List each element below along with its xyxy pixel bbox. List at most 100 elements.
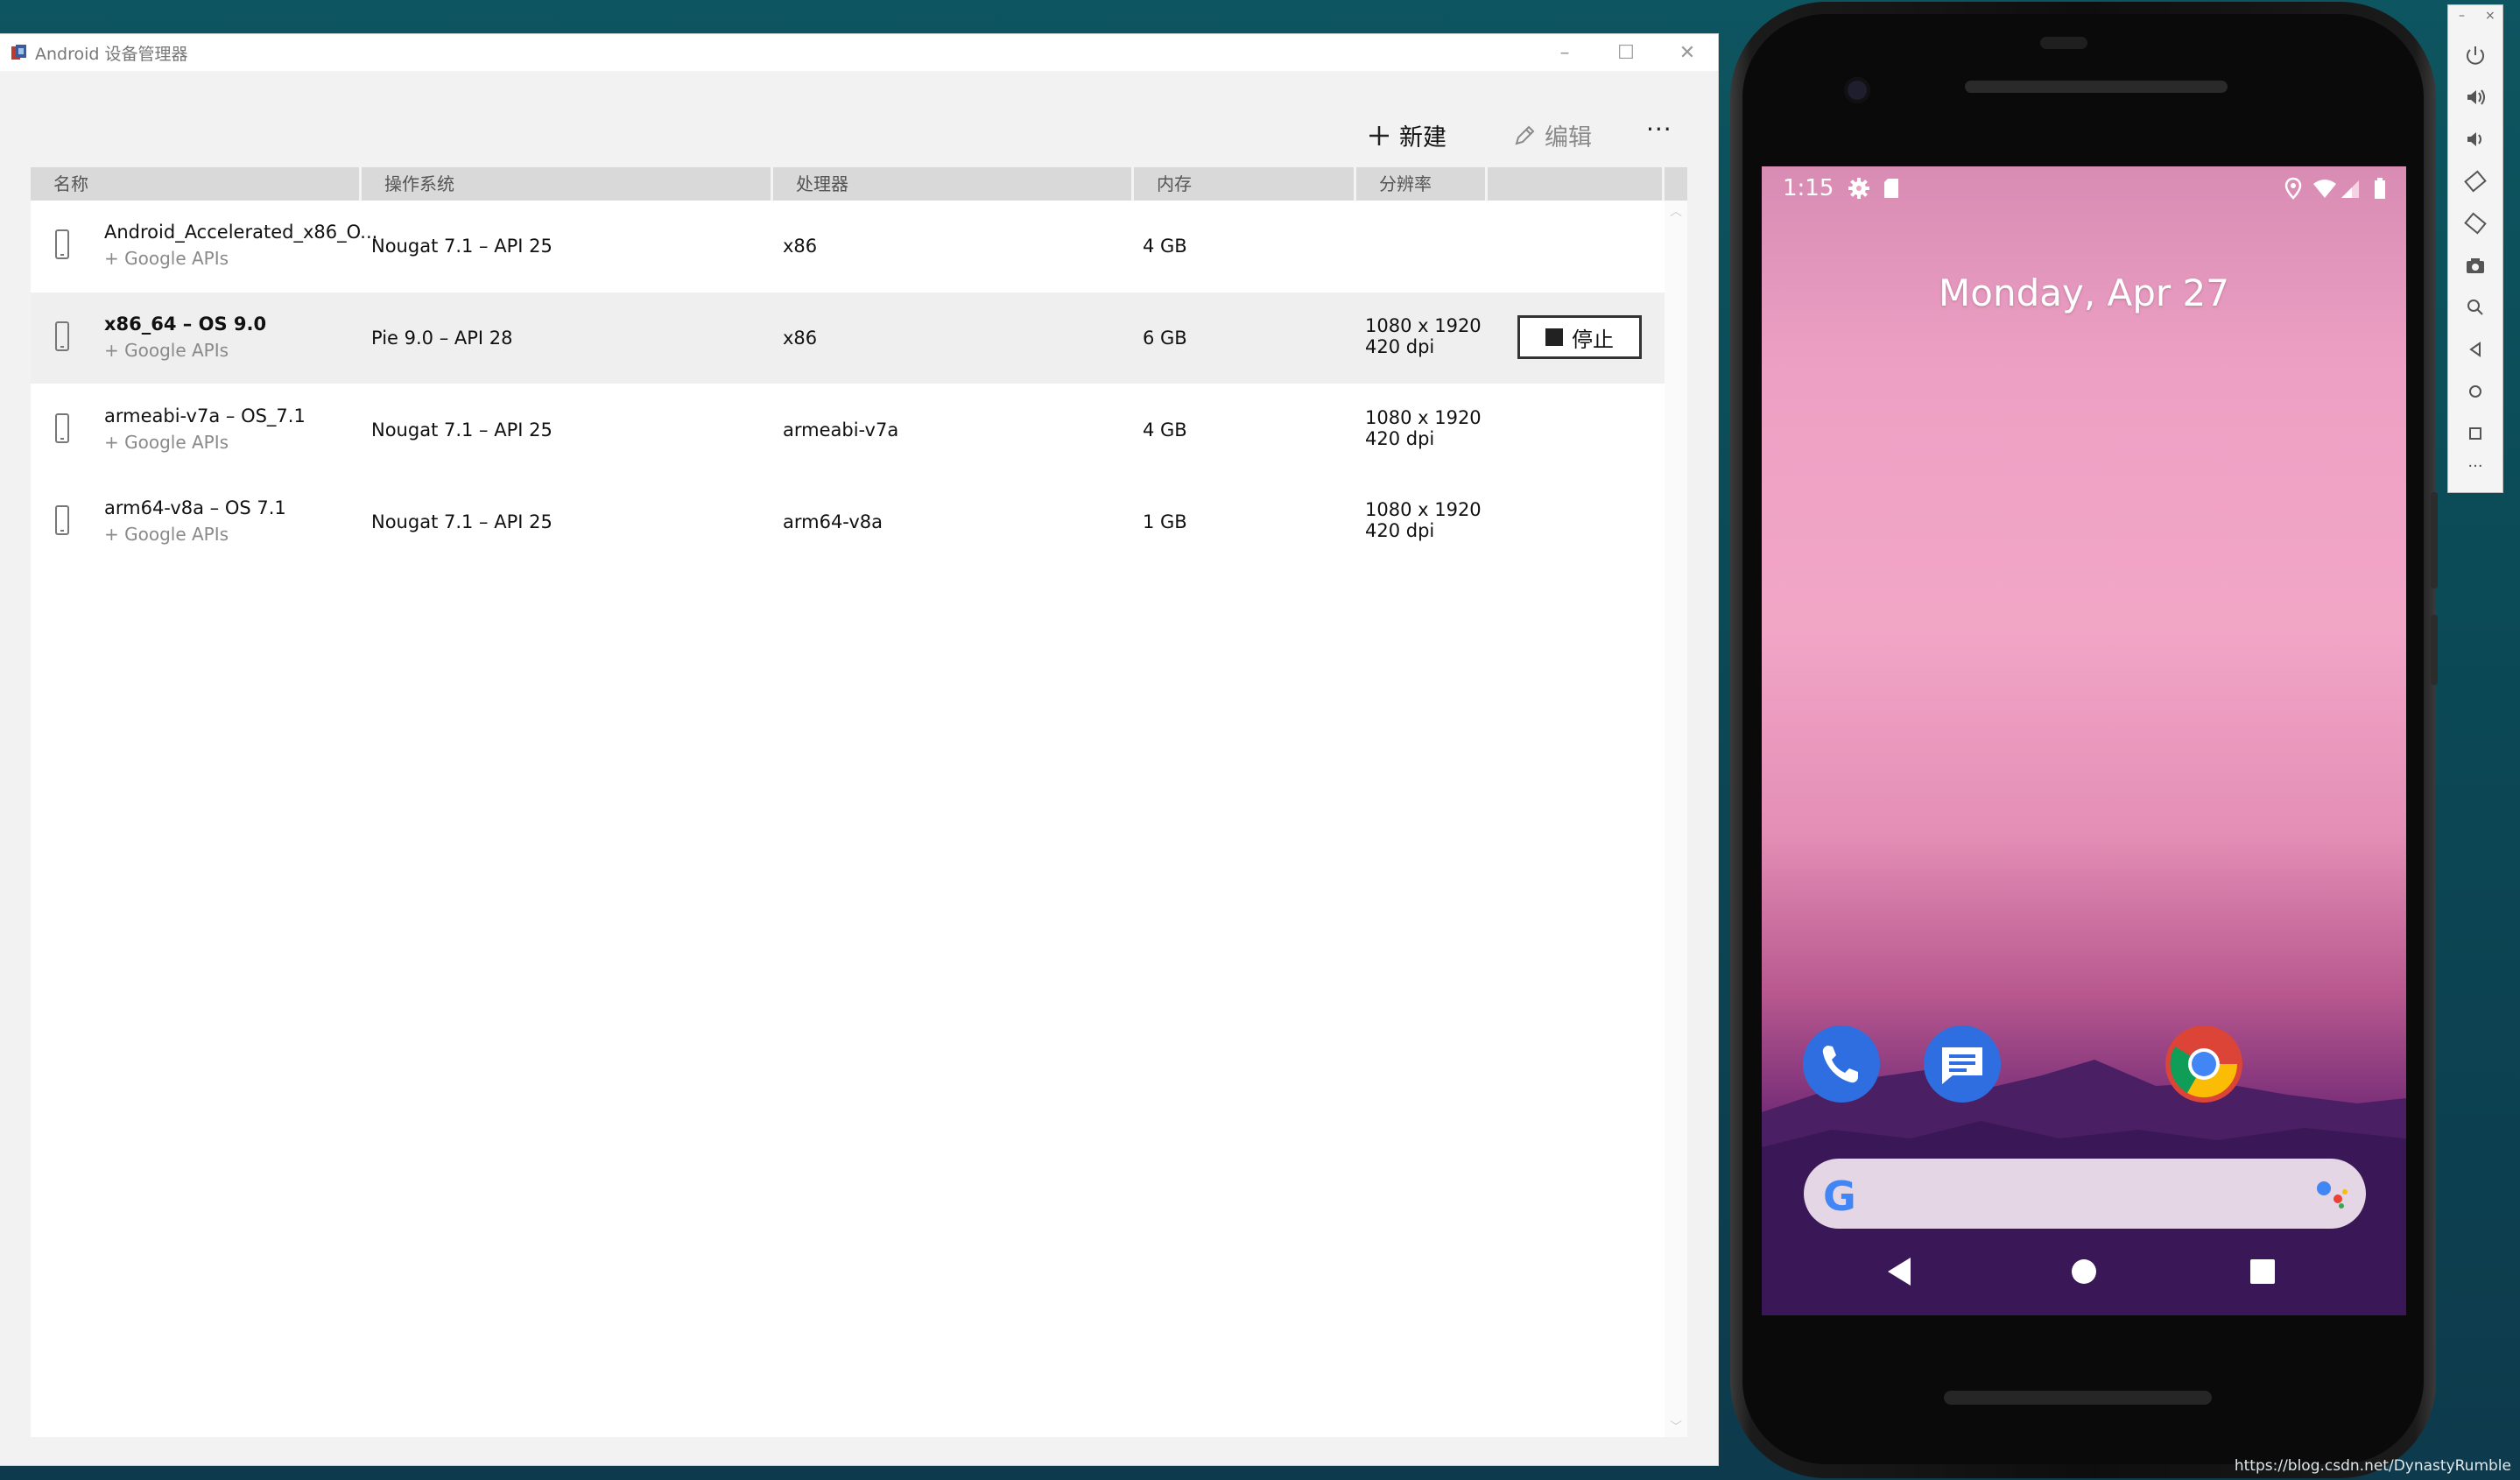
device-dpi: 420 dpi: [1365, 336, 1435, 357]
device-manager-window: Android 设备管理器 – ☐ ✕ 新建 编辑 ··· 名称 操作系统 处理…: [0, 34, 1718, 1465]
device-memory: 4 GB: [1143, 236, 1187, 257]
volume-button: [2431, 492, 2438, 588]
column-header-resolution[interactable]: 分辨率: [1356, 167, 1488, 201]
device-apis: + Google APIs: [104, 524, 229, 545]
signal-icon: [2341, 180, 2359, 198]
toolbar: 新建 编辑 ···: [0, 71, 1718, 171]
column-header-name[interactable]: 名称: [31, 167, 362, 201]
google-search-bar[interactable]: G: [1804, 1159, 2366, 1229]
device-processor: x86: [783, 328, 818, 349]
device-table: 名称 操作系统 处理器 内存 分辨率 Android_Accelerated_x…: [31, 167, 1687, 1437]
edit-button-label: 编辑: [1545, 124, 1592, 152]
window-title: Android 设备管理器: [35, 45, 188, 64]
device-os: Nougat 7.1 – API 25: [371, 236, 553, 257]
device-memory: 6 GB: [1143, 328, 1187, 349]
emulator-close-button[interactable]: ×: [2485, 9, 2495, 23]
phone-device-icon: [55, 505, 69, 535]
recents-nav-icon[interactable]: [2250, 1259, 2275, 1284]
maximize-button[interactable]: ☐: [1595, 34, 1657, 71]
stop-button-label: 停止: [1572, 327, 1614, 352]
more-icon[interactable]: ···: [2448, 457, 2502, 476]
more-options-button[interactable]: ···: [1646, 115, 1672, 144]
home-icon[interactable]: [2448, 380, 2502, 403]
device-name: x86_64 – OS 9.0: [104, 314, 267, 335]
battery-icon: [2375, 178, 2385, 199]
minimize-button[interactable]: –: [1534, 34, 1595, 71]
google-assistant-icon[interactable]: [2315, 1180, 2350, 1209]
emulator-minimize-button[interactable]: –: [2459, 9, 2465, 23]
app-icon: [11, 45, 26, 60]
new-button[interactable]: 新建: [1368, 118, 1447, 152]
status-time: 1:15: [1783, 175, 1834, 201]
column-header-actions: [1488, 167, 1665, 201]
table-row[interactable]: x86_64 – OS 9.0 + Google APIs Pie 9.0 – …: [31, 292, 1665, 384]
wifi-icon: [2313, 180, 2336, 198]
device-memory: 4 GB: [1143, 419, 1187, 440]
device-processor: armeabi-v7a: [783, 419, 899, 440]
device-os: Nougat 7.1 – API 25: [371, 419, 553, 440]
column-header-os[interactable]: 操作系统: [362, 167, 773, 201]
device-name: armeabi-v7a – OS_7.1: [104, 405, 306, 426]
device-processor: x86: [783, 236, 818, 257]
device-resolution: 1080 x 1920: [1365, 499, 1482, 520]
phone-app-icon[interactable]: [1802, 1025, 1881, 1103]
back-icon[interactable]: [2448, 338, 2502, 361]
table-row[interactable]: Android_Accelerated_x86_O... + Google AP…: [31, 201, 1665, 292]
pencil-icon: [1515, 125, 1535, 144]
back-nav-icon[interactable]: [1888, 1258, 1911, 1286]
location-icon: [2284, 177, 2302, 200]
phone-device-icon: [55, 229, 69, 259]
table-row[interactable]: armeabi-v7a – OS_7.1 + Google APIs Nouga…: [31, 384, 1665, 476]
chrome-app-icon[interactable]: [2165, 1025, 2243, 1103]
device-dpi: 420 dpi: [1365, 520, 1435, 541]
settings-gear-icon: [1848, 178, 1869, 199]
device-memory: 1 GB: [1143, 511, 1187, 532]
earpiece: [2040, 37, 2087, 49]
device-resolution: 1080 x 1920: [1365, 315, 1482, 336]
power-icon[interactable]: [2448, 44, 2502, 67]
device-processor: arm64-v8a: [783, 511, 883, 532]
zoom-icon[interactable]: [2448, 296, 2502, 319]
front-camera-icon: [1844, 77, 1870, 103]
scroll-up-icon[interactable]: ︿: [1670, 202, 1682, 220]
rotate-left-icon[interactable]: [2448, 170, 2502, 193]
plus-icon: [1369, 125, 1389, 145]
table-header: 名称 操作系统 处理器 内存 分辨率: [31, 167, 1687, 201]
messages-app-icon[interactable]: [1923, 1025, 2002, 1103]
close-button[interactable]: ✕: [1657, 34, 1718, 71]
column-header-processor[interactable]: 处理器: [773, 167, 1134, 201]
device-dpi: 420 dpi: [1365, 428, 1435, 449]
phone-device-icon: [55, 413, 69, 443]
volume-down-icon[interactable]: [2448, 128, 2502, 151]
device-apis: + Google APIs: [104, 340, 229, 361]
bottom-speaker: [1944, 1391, 2212, 1405]
device-resolution: 1080 x 1920: [1365, 407, 1482, 428]
watermark-text: https://blog.csdn.net/DynastyRumble: [2234, 1457, 2511, 1475]
power-button: [2431, 615, 2438, 685]
status-bar: 1:15: [1762, 166, 2406, 210]
emulator-screen[interactable]: 1:15 Monday, Apr 27 G: [1762, 166, 2406, 1315]
emulator-toolbar: – × ···: [2448, 5, 2502, 492]
top-speaker: [1965, 81, 2228, 93]
stop-icon: [1545, 328, 1563, 346]
camera-screenshot-icon[interactable]: [2448, 254, 2502, 277]
table-row[interactable]: arm64-v8a – OS 7.1 + Google APIs Nougat …: [31, 476, 1665, 567]
title-bar[interactable]: Android 设备管理器 – ☐ ✕: [0, 34, 1718, 71]
device-apis: + Google APIs: [104, 248, 229, 269]
sd-card-icon: [1884, 179, 1898, 198]
overview-icon[interactable]: [2448, 422, 2502, 445]
scroll-down-icon[interactable]: ﹀: [1670, 1418, 1682, 1435]
vertical-scrollbar[interactable]: ︿ ﹀: [1665, 201, 1687, 1437]
google-g-icon: G: [1823, 1173, 1856, 1220]
column-header-memory[interactable]: 内存: [1134, 167, 1356, 201]
device-name: arm64-v8a – OS 7.1: [104, 497, 286, 518]
lockscreen-date: Monday, Apr 27: [1939, 271, 2229, 314]
device-os: Nougat 7.1 – API 25: [371, 511, 553, 532]
stop-button[interactable]: 停止: [1517, 315, 1642, 359]
home-nav-icon[interactable]: [2072, 1259, 2096, 1284]
edit-button[interactable]: 编辑: [1513, 118, 1592, 152]
rotate-right-icon[interactable]: [2448, 212, 2502, 235]
device-name: Android_Accelerated_x86_O...: [104, 222, 378, 243]
device-os: Pie 9.0 – API 28: [371, 328, 513, 349]
volume-up-icon[interactable]: [2448, 86, 2502, 109]
